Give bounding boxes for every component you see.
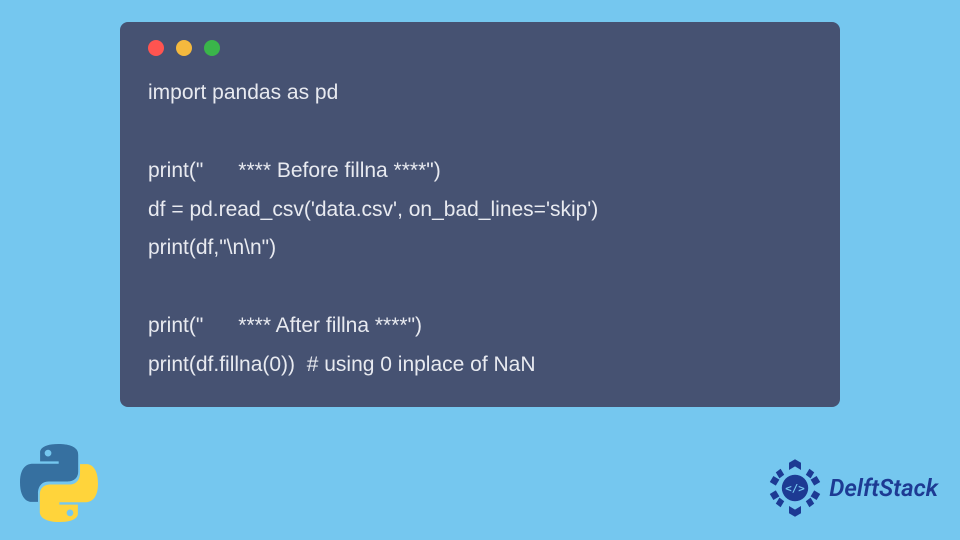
code-block: import pandas as pd print(" **** Before … [148, 74, 812, 385]
code-window: import pandas as pd print(" **** Before … [120, 22, 840, 407]
window-close-dot [148, 40, 164, 56]
delftstack-icon: </> [765, 458, 825, 518]
window-minimize-dot [176, 40, 192, 56]
window-maximize-dot [204, 40, 220, 56]
delftstack-logo: </> DelftStack [765, 458, 938, 518]
delftstack-label: DelftStack [829, 474, 938, 502]
svg-text:</>: </> [785, 482, 805, 495]
window-controls [148, 40, 812, 56]
python-icon [20, 444, 98, 522]
